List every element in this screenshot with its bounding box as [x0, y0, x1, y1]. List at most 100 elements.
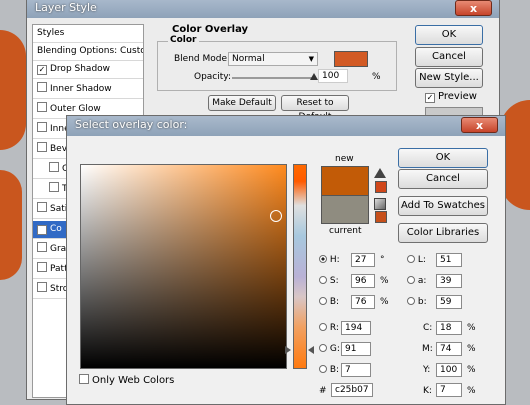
color-libraries-button[interactable]: Color Libraries — [398, 223, 488, 243]
k-label: K: — [423, 386, 432, 396]
layer-style-close-button[interactable]: x — [455, 0, 492, 16]
blend-mode-value: Normal — [232, 54, 265, 64]
a-radio[interactable] — [407, 276, 415, 284]
style-item-checkbox[interactable] — [49, 182, 59, 192]
only-web-colors-checkbox[interactable]: Only Web Colors — [79, 374, 174, 386]
y-input[interactable]: 100 — [436, 363, 462, 377]
preview-checkbox[interactable]: ✓ Preview — [425, 91, 477, 103]
chevron-down-icon: ▼ — [308, 55, 314, 63]
style-item-checkbox[interactable] — [37, 122, 47, 132]
k-unit: % — [467, 386, 476, 396]
k-input[interactable]: 7 — [436, 383, 462, 397]
a-row: a: — [407, 276, 426, 286]
gamut-warning-swatch[interactable] — [375, 181, 387, 193]
make-default-button[interactable]: Make Default — [208, 95, 276, 111]
l-input[interactable]: 51 — [436, 253, 462, 267]
style-item-checkbox[interactable] — [37, 282, 47, 292]
h-radio[interactable] — [319, 255, 327, 263]
m-unit: % — [467, 344, 476, 354]
style-item-checkbox[interactable]: ✓ — [37, 65, 47, 75]
g-input[interactable]: 91 — [341, 342, 371, 356]
web-safe-cube-icon[interactable] — [374, 198, 386, 210]
c-unit: % — [467, 323, 476, 333]
color-picker-dialog: Select overlay color: x new current OK C… — [66, 115, 506, 405]
opacity-slider[interactable] — [232, 73, 318, 80]
g-row: G: — [319, 344, 340, 354]
style-item-label: Patt — [50, 264, 68, 274]
hex-input[interactable]: c25b07 — [331, 383, 373, 397]
current-color-swatch[interactable] — [321, 195, 369, 224]
blend-mode-select[interactable]: Normal ▼ — [228, 52, 318, 66]
style-item-checkbox[interactable] — [37, 142, 47, 152]
y-unit: % — [467, 365, 476, 375]
picker-cursor[interactable] — [270, 210, 282, 222]
h-input[interactable]: 27 — [351, 253, 375, 267]
r-radio[interactable] — [319, 323, 327, 331]
s-radio[interactable] — [319, 276, 327, 284]
color-overlay-group: Color Blend Mode: Normal ▼ Opacity: 100 … — [157, 35, 397, 91]
s-unit: % — [380, 276, 389, 286]
m-label: M: — [422, 344, 433, 354]
r-row: R: — [319, 323, 339, 333]
style-item-label: Sati — [50, 204, 68, 214]
blue-input[interactable]: 7 — [341, 363, 371, 377]
lab-b-input[interactable]: 59 — [436, 295, 462, 309]
new-style-button[interactable]: New Style... — [415, 68, 483, 88]
blue-radio[interactable] — [319, 365, 327, 373]
y-label: Y: — [423, 365, 431, 375]
m-input[interactable]: 74 — [436, 342, 462, 356]
style-item-label: Drop Shadow — [50, 64, 111, 74]
style-item-checkbox[interactable] — [37, 262, 47, 272]
hue-slider-left-arrow-icon[interactable] — [285, 346, 291, 354]
opacity-input[interactable]: 100 — [318, 69, 348, 83]
style-item-checkbox[interactable] — [37, 82, 47, 92]
style-item-checkbox[interactable] — [37, 102, 47, 112]
color-picker-ok-button[interactable]: OK — [398, 148, 488, 168]
lab-b-row: b: — [407, 297, 427, 307]
b-radio[interactable] — [319, 297, 327, 305]
add-to-swatches-button[interactable]: Add To Swatches — [398, 196, 488, 216]
blend-mode-label: Blend Mode: — [174, 54, 231, 64]
layer-style-titlebar: Layer Style — [27, 0, 499, 18]
b-input[interactable]: 76 — [351, 295, 375, 309]
c-label: C: — [423, 323, 433, 333]
layer-style-cancel-button[interactable]: Cancel — [415, 47, 483, 67]
overlay-color-swatch[interactable] — [334, 51, 368, 67]
gamut-warning-icon[interactable] — [374, 168, 386, 178]
current-color-label: current — [329, 226, 362, 236]
canvas-background-orange — [0, 30, 26, 150]
hue-slider-right-arrow-icon[interactable] — [308, 346, 314, 354]
b-unit: % — [380, 297, 389, 307]
blending-options-item[interactable]: Blending Options: Custom — [33, 43, 143, 61]
opacity-unit: % — [372, 72, 381, 82]
new-color-label: new — [335, 154, 354, 164]
style-item[interactable]: Inner Shadow — [33, 81, 143, 99]
style-item-checkbox[interactable] — [37, 202, 47, 212]
lab-b-radio[interactable] — [407, 297, 415, 305]
style-item-checkbox[interactable]: ✓ — [37, 225, 47, 235]
style-item-checkbox[interactable] — [37, 242, 47, 252]
style-item[interactable]: ✓ Drop Shadow — [33, 61, 143, 79]
reset-to-default-button[interactable]: Reset to Default — [281, 95, 349, 122]
l-row: L: — [407, 255, 426, 265]
color-picker-cancel-button[interactable]: Cancel — [398, 169, 488, 189]
c-input[interactable]: 18 — [436, 321, 462, 335]
only-web-colors-label: Only Web Colors — [92, 375, 175, 386]
color-picker-title: Select overlay color: — [75, 118, 188, 131]
hue-slider[interactable] — [293, 164, 307, 369]
layer-style-ok-button[interactable]: OK — [415, 25, 483, 45]
a-input[interactable]: 39 — [436, 274, 462, 288]
s-input[interactable]: 96 — [351, 274, 375, 288]
opacity-slider-thumb[interactable] — [310, 73, 318, 80]
color-picker-close-button[interactable]: x — [461, 117, 498, 133]
l-radio[interactable] — [407, 255, 415, 263]
color-group-title: Color — [168, 35, 199, 45]
hex-label: # — [319, 386, 327, 396]
r-input[interactable]: 194 — [341, 321, 371, 335]
style-item-checkbox[interactable] — [49, 162, 59, 172]
saturation-brightness-field[interactable] — [80, 164, 287, 369]
new-color-swatch — [321, 166, 369, 195]
styles-header[interactable]: Styles — [33, 25, 143, 43]
g-radio[interactable] — [319, 344, 327, 352]
web-safe-swatch[interactable] — [375, 211, 387, 223]
